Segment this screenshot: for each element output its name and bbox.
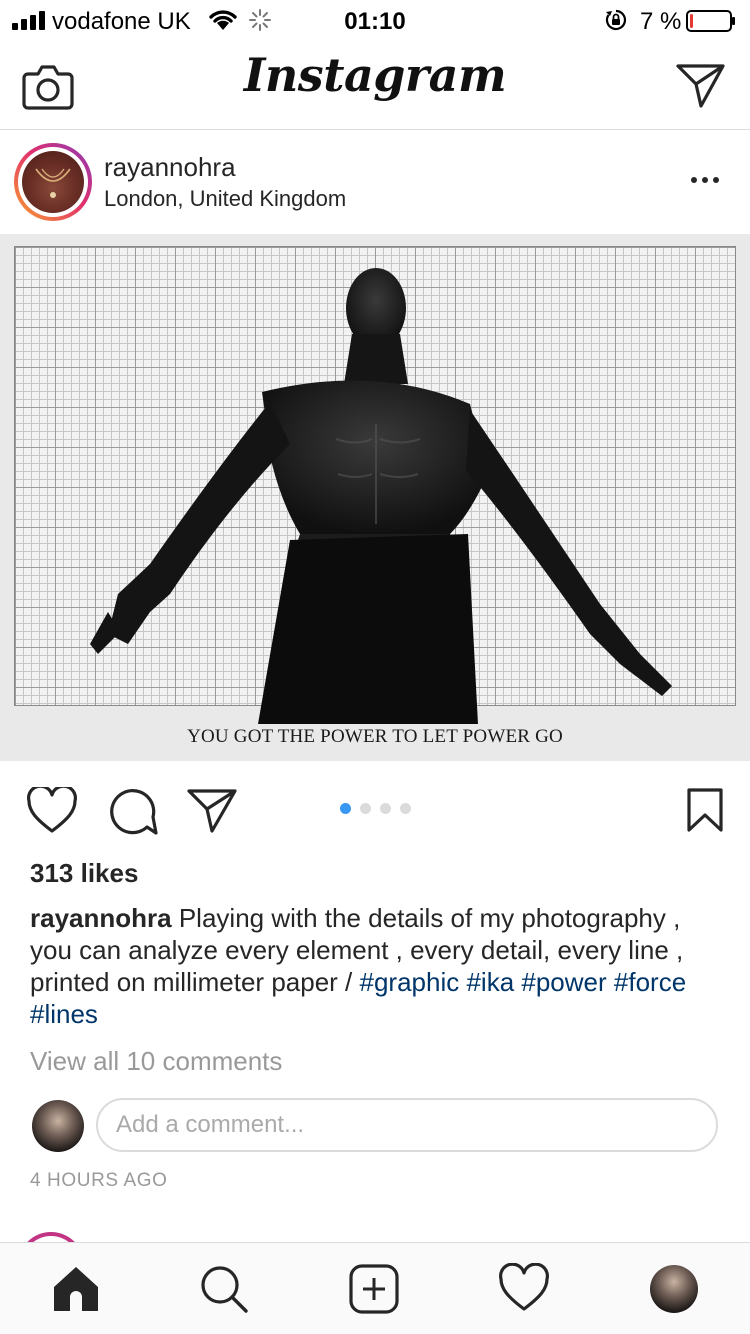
direct-message-icon[interactable] <box>676 62 726 108</box>
add-post-icon[interactable] <box>348 1263 400 1315</box>
like-heart-icon[interactable] <box>26 787 78 835</box>
current-user-avatar <box>32 1100 84 1152</box>
post-author-avatar[interactable] <box>14 143 92 221</box>
carousel-dot <box>360 803 371 814</box>
share-direct-icon[interactable] <box>186 787 238 833</box>
hashtag-link[interactable]: #ika <box>466 967 514 997</box>
necklace-pendant-icon <box>35 168 71 198</box>
post-caption: rayannohra Playing with the details of m… <box>30 902 720 1030</box>
rotation-lock-icon <box>605 9 627 31</box>
post-timestamp: 4 HOURS AGO <box>30 1170 168 1191</box>
profile-avatar[interactable] <box>650 1265 698 1313</box>
carousel-dot <box>340 803 351 814</box>
caption-username[interactable]: rayannohra <box>30 903 172 933</box>
carousel-dot <box>380 803 391 814</box>
comment-bubble-icon[interactable] <box>106 787 158 837</box>
save-bookmark-icon[interactable] <box>686 787 724 833</box>
hashtag-link[interactable]: #power <box>521 967 606 997</box>
home-icon[interactable] <box>50 1263 102 1315</box>
post-author-username[interactable]: rayannohra <box>104 152 236 183</box>
post-header: rayannohra London, United Kingdom <box>0 130 750 234</box>
top-navigation-bar: Instagram <box>0 40 750 130</box>
instagram-logo: Instagram <box>243 48 507 102</box>
battery-percent: 7 % <box>640 8 682 35</box>
hashtag-link[interactable]: #force <box>614 967 686 997</box>
figure-silhouette <box>90 268 672 724</box>
carousel-indicator <box>340 803 412 817</box>
post-action-bar <box>0 761 750 857</box>
hashtag-link[interactable]: #graphic <box>359 967 459 997</box>
post-photo[interactable]: YOU GOT THE POWER TO LET POWER GO <box>0 234 750 761</box>
activity-heart-icon[interactable] <box>498 1263 550 1315</box>
more-options-icon[interactable] <box>690 174 720 186</box>
add-comment-input[interactable] <box>116 1100 696 1150</box>
hashtag-link[interactable]: #lines <box>30 999 98 1029</box>
battery-icon <box>686 10 735 32</box>
clock-time: 01:10 <box>344 8 406 35</box>
post-location[interactable]: London, United Kingdom <box>104 186 346 212</box>
search-icon[interactable] <box>198 1263 250 1315</box>
carousel-dot <box>400 803 411 814</box>
view-all-comments-link[interactable]: View all 10 comments <box>30 1046 282 1077</box>
bottom-tab-bar <box>0 1242 750 1334</box>
status-bar: vodafone UK 01:10 7 % <box>0 0 750 40</box>
likes-count[interactable]: 313 likes <box>30 858 138 889</box>
comment-box[interactable] <box>96 1098 718 1152</box>
photo-text: YOU GOT THE POWER TO LET POWER GO <box>187 726 563 747</box>
